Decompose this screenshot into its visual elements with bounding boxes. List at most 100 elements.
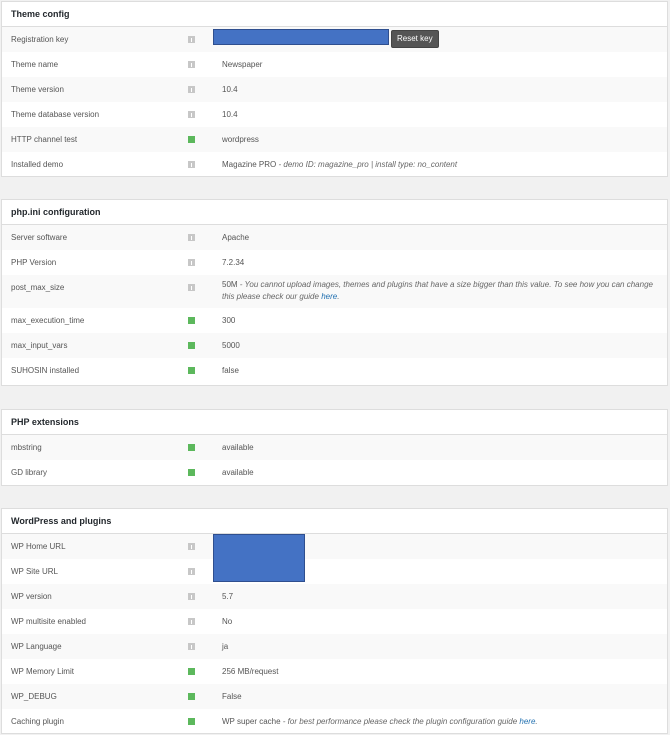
info-icon <box>188 61 195 68</box>
row-php-version: PHP Version 7.2.34 <box>2 250 667 275</box>
ok-status-icon <box>188 317 195 324</box>
row-value: 5.7 <box>222 592 234 601</box>
row-wp-home-url: WP Home URL <box>2 534 667 559</box>
demo-name: Magazine PRO <box>222 160 277 169</box>
caching-plugin-name: WP super cache <box>222 717 281 726</box>
row-value: Apache <box>222 233 250 242</box>
row-label: WP Home URL <box>11 542 66 551</box>
row-suhosin-installed: SUHOSIN installed false <box>2 358 667 383</box>
row-registration-key: Registration key Reset key <box>2 27 667 52</box>
info-icon <box>188 36 195 43</box>
post-max-size-note: - You cannot upload images, themes and p… <box>222 280 653 301</box>
panel-php-ini: php.ini configuration Server software Ap… <box>1 199 668 386</box>
row-label: Theme version <box>11 85 64 94</box>
panel-title: php.ini configuration <box>2 200 667 225</box>
row-max-execution-time: max_execution_time 300 <box>2 308 667 333</box>
ok-status-icon <box>188 342 195 349</box>
ok-status-icon <box>188 668 195 675</box>
info-icon <box>188 234 195 241</box>
row-theme-version: Theme version 10.4 <box>2 77 667 102</box>
row-max-input-vars: max_input_vars 5000 <box>2 333 667 358</box>
row-label: max_execution_time <box>11 316 85 325</box>
info-icon <box>188 284 195 291</box>
ok-status-icon <box>188 444 195 451</box>
info-icon <box>188 259 195 266</box>
row-wp-site-url: WP Site URL <box>2 559 667 584</box>
row-caching-plugin: Caching plugin WP super cache - for best… <box>2 709 667 734</box>
row-label: WP_DEBUG <box>11 692 57 701</box>
ok-status-icon <box>188 469 195 476</box>
info-icon <box>188 111 195 118</box>
plugin-guide-link[interactable]: here <box>519 717 535 726</box>
row-wp-multisite: WP multisite enabled No <box>2 609 667 634</box>
row-value: available <box>222 443 254 452</box>
row-value: 256 MB/request <box>222 667 279 676</box>
row-label: Theme name <box>11 60 59 69</box>
info-icon <box>188 643 195 650</box>
row-label: Server software <box>11 233 68 242</box>
row-value: false <box>222 366 239 375</box>
row-server-software: Server software Apache <box>2 225 667 250</box>
row-value: 300 <box>222 316 236 325</box>
row-value: 5000 <box>222 341 240 350</box>
row-label: WP Memory Limit <box>11 667 74 676</box>
ok-status-icon <box>188 136 195 143</box>
row-wp-version: WP version 5.7 <box>2 584 667 609</box>
row-label: HTTP channel test <box>11 135 78 144</box>
row-value: 7.2.34 <box>222 258 245 267</box>
row-mbstring: mbstring available <box>2 435 667 460</box>
site-url-redacted <box>213 534 305 582</box>
row-label: WP version <box>11 592 52 601</box>
panel-theme-config: Theme config Registration key Reset key … <box>1 1 668 177</box>
row-http-channel-test: HTTP channel test wordpress <box>2 127 667 152</box>
row-label: Caching plugin <box>11 717 64 726</box>
ok-status-icon <box>188 693 195 700</box>
info-icon <box>188 568 195 575</box>
row-value: Newspaper <box>222 60 263 69</box>
guide-link[interactable]: here <box>321 292 337 301</box>
caching-plugin-note: - for best performance please check the … <box>282 717 518 726</box>
row-value: 10.4 <box>222 85 238 94</box>
registration-key-redacted <box>213 29 389 45</box>
row-value: available <box>222 468 254 477</box>
row-theme-name: Theme name Newspaper <box>2 52 667 77</box>
post-max-size-value: 50M <box>222 280 238 289</box>
row-value: False <box>222 692 242 701</box>
row-label: WP Site URL <box>11 567 58 576</box>
row-label: GD library <box>11 468 48 477</box>
sentence-end: . <box>535 717 538 726</box>
info-icon <box>188 161 195 168</box>
sentence-end: . <box>337 292 340 301</box>
ok-status-icon <box>188 367 195 374</box>
demo-note: - demo ID: magazine_pro | install type: … <box>278 160 458 169</box>
panel-title: Theme config <box>2 2 667 27</box>
row-value: WP super cache - for best performance pl… <box>222 709 538 734</box>
row-value: Magazine PRO - demo ID: magazine_pro | i… <box>222 152 457 177</box>
info-icon <box>188 543 195 550</box>
row-wp-debug: WP_DEBUG False <box>2 684 667 709</box>
row-label: SUHOSIN installed <box>11 366 80 375</box>
panel-title: WordPress and plugins <box>2 509 667 534</box>
row-label: mbstring <box>11 443 42 452</box>
panel-php-extensions: PHP extensions mbstring available GD lib… <box>1 409 668 486</box>
row-label: PHP Version <box>11 258 57 267</box>
row-theme-db-version: Theme database version 10.4 <box>2 102 667 127</box>
row-wp-memory-limit: WP Memory Limit 256 MB/request <box>2 659 667 684</box>
row-value: ja <box>222 642 229 651</box>
row-wp-language: WP Language ja <box>2 634 667 659</box>
row-label: post_max_size <box>11 283 65 292</box>
panel-title: PHP extensions <box>2 410 667 435</box>
row-gd-library: GD library available <box>2 460 667 485</box>
ok-status-icon <box>188 718 195 725</box>
row-value: No <box>222 617 233 626</box>
row-label: WP Language <box>11 642 62 651</box>
reset-key-button[interactable]: Reset key <box>391 30 439 48</box>
row-installed-demo: Installed demo Magazine PRO - demo ID: m… <box>2 152 667 177</box>
info-icon <box>188 618 195 625</box>
row-label: Registration key <box>11 35 69 44</box>
row-value: 10.4 <box>222 110 238 119</box>
row-post-max-size: post_max_size 50M - You cannot upload im… <box>2 275 667 308</box>
row-label: Installed demo <box>11 160 64 169</box>
info-icon <box>188 86 195 93</box>
row-value: 50M - You cannot upload images, themes a… <box>222 279 664 303</box>
